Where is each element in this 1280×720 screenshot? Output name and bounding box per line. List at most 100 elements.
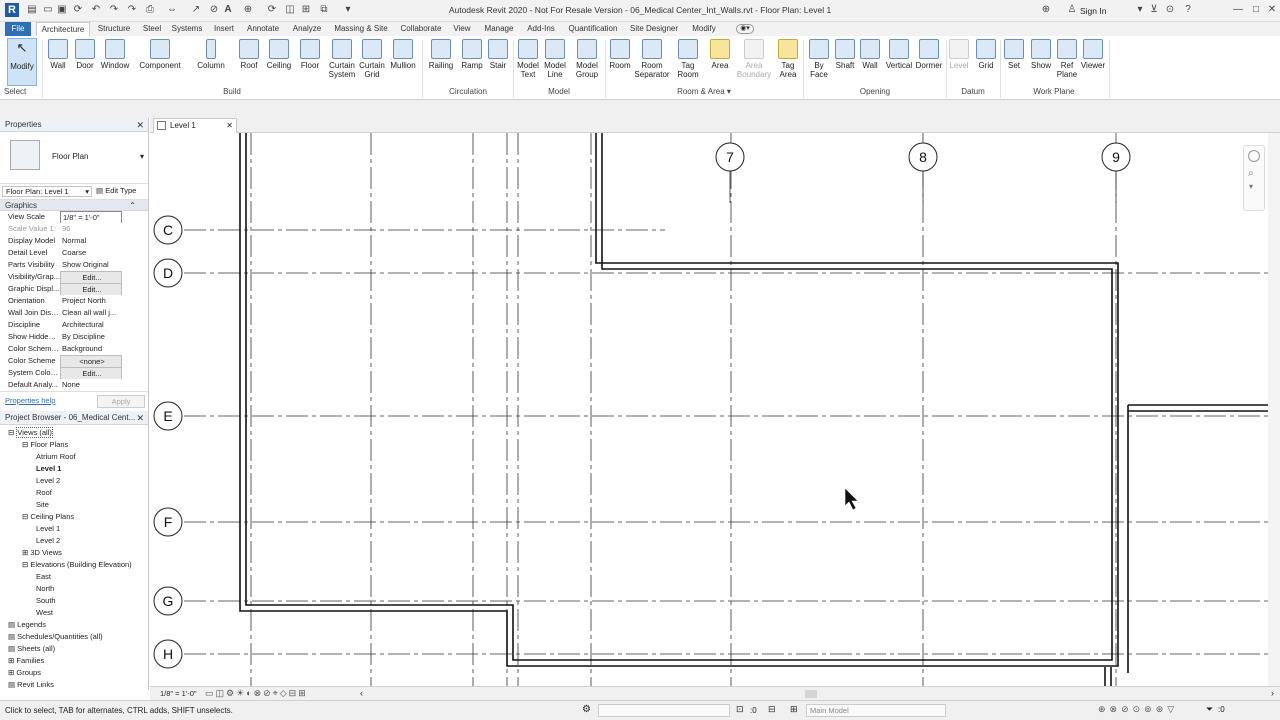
tag-area-button[interactable]: Tag Area <box>775 38 801 86</box>
browser-item[interactable]: Atrium Roof <box>0 451 148 463</box>
minimize-icon[interactable]: — <box>1232 4 1244 16</box>
show-button[interactable]: Show <box>1028 38 1054 86</box>
window-button[interactable]: Window <box>99 38 131 86</box>
tab-systems[interactable]: Systems <box>170 22 204 36</box>
dormer-button[interactable]: Dormer <box>914 38 944 86</box>
tab-view[interactable]: View <box>450 22 474 36</box>
navigation-bar[interactable]: ⌕ ▾ <box>1243 145 1265 211</box>
ceiling-button[interactable]: Ceiling <box>264 38 294 86</box>
property-row[interactable]: Show Hidden ... By Discipline <box>0 331 148 343</box>
zoom-icon[interactable]: ⌕ <box>1248 168 1254 179</box>
chevron-right-icon[interactable]: › <box>1271 688 1274 698</box>
by-face-button[interactable]: By Face <box>806 38 832 86</box>
browser-item[interactable]: ⊟ Floor Plans <box>0 439 148 451</box>
property-row[interactable]: Discipline Architectural <box>0 319 148 331</box>
close-icon[interactable]: ✕ <box>1266 4 1278 16</box>
browser-item[interactable]: West <box>0 607 148 619</box>
browser-item[interactable]: ⊟ Views (all) <box>0 427 148 439</box>
browser-item[interactable]: ⊞ Groups <box>0 667 148 679</box>
tab-architecture[interactable]: Architecture <box>36 22 90 36</box>
tab-file[interactable]: File <box>5 22 31 36</box>
property-row[interactable]: Orientation Project North <box>0 295 148 307</box>
tab-add-ins[interactable]: Add-Ins <box>522 22 560 36</box>
tag-room-button[interactable]: Tag Room <box>674 38 702 86</box>
area-button[interactable]: Area <box>706 38 734 86</box>
view-scale-control[interactable]: 1/8" = 1'-0" <box>160 689 197 698</box>
property-row[interactable]: Wall Join Disp... Clean all wall j... <box>0 307 148 319</box>
shaft-button[interactable]: Shaft <box>832 38 858 86</box>
modify-button[interactable]: ↖ Modify <box>7 38 37 86</box>
property-value[interactable]: Coarse <box>60 247 122 259</box>
property-row[interactable]: Color Scheme... Background <box>0 343 148 355</box>
account-icon[interactable]: ⊙ <box>1164 4 1176 16</box>
browser-item[interactable]: Level 2 <box>0 475 148 487</box>
horizontal-scroll-thumb[interactable] <box>805 690 817 698</box>
tab-annotate[interactable]: Annotate <box>243 22 283 36</box>
opening-wall-button[interactable]: Wall <box>858 38 882 86</box>
browser-item[interactable]: Level 2 <box>0 535 148 547</box>
filter-icon[interactable]: ⊞ <box>790 704 798 715</box>
tab-structure[interactable]: Structure <box>93 22 135 36</box>
railing-button[interactable]: Railing <box>426 38 456 86</box>
property-row[interactable]: Default Analy... None <box>0 379 148 391</box>
door-button[interactable]: Door <box>72 38 98 86</box>
property-value[interactable]: Edit... <box>60 271 122 283</box>
graphics-section-header[interactable]: Graphics ⌃ <box>0 200 148 211</box>
wall-button[interactable]: Wall <box>44 38 72 86</box>
browser-item[interactable]: ▤ Legends <box>0 619 148 631</box>
properties-help-link[interactable]: Properties help <box>5 396 55 405</box>
floor-button[interactable]: Floor <box>296 38 324 86</box>
property-row[interactable]: Visibility/Grap... Edit... <box>0 271 148 283</box>
filter-funnel-icon[interactable]: ⏷ <box>1206 704 1213 715</box>
property-value[interactable]: 1/8" = 1'-0" <box>60 211 122 223</box>
workset-icon[interactable]: ⚙ <box>582 704 591 715</box>
tab-quantification[interactable]: Quantification <box>563 22 623 36</box>
browser-item[interactable]: ⊟ Ceiling Plans <box>0 511 148 523</box>
browser-item[interactable]: North <box>0 583 148 595</box>
component-button[interactable]: Component <box>136 38 184 86</box>
view-control-icons[interactable]: ▭◫⚙☀◐⊗⊘⌖◇⊟⊞ <box>205 688 308 699</box>
column-button[interactable]: Column <box>194 38 228 86</box>
property-row[interactable]: Parts Visibility Show Original <box>0 259 148 271</box>
property-value[interactable]: Normal <box>60 235 122 247</box>
apply-button[interactable]: Apply <box>97 395 145 408</box>
workset-dropdown[interactable] <box>598 704 730 717</box>
curtain-grid-button[interactable]: Curtain Grid <box>358 38 386 86</box>
tab-modify[interactable]: Modify <box>686 22 722 36</box>
close-icon[interactable]: ✕ <box>136 411 144 425</box>
chevron-left-icon[interactable]: ‹ <box>360 688 363 698</box>
vertical-button[interactable]: Vertical <box>884 38 914 86</box>
browser-item[interactable]: Site <box>0 499 148 511</box>
ref-plane-button[interactable]: Ref Plane <box>1054 38 1080 86</box>
property-value[interactable]: Show Original <box>60 259 122 271</box>
browser-item[interactable]: ⊟ Elevations (Building Elevation) <box>0 559 148 571</box>
room-button[interactable]: Room <box>607 38 633 86</box>
browser-item[interactable]: ▤ Sheets (all) <box>0 643 148 655</box>
mullion-button[interactable]: Mullion <box>387 38 419 86</box>
property-row[interactable]: Graphic Displ... Edit... <box>0 283 148 295</box>
ramp-button[interactable]: Ramp <box>458 38 486 86</box>
vertical-scrollbar[interactable] <box>1268 133 1280 686</box>
browser-item[interactable]: Roof <box>0 487 148 499</box>
property-value[interactable]: 96 <box>60 223 122 235</box>
set-button[interactable]: Set <box>1002 38 1026 86</box>
maximize-icon[interactable]: □ <box>1250 4 1262 16</box>
browser-item[interactable]: ⊞ 3D Views <box>0 547 148 559</box>
curtain-system-button[interactable]: Curtain System <box>326 38 358 86</box>
browser-item[interactable]: ▤ Schedules/Quantities (all) <box>0 631 148 643</box>
property-row[interactable]: Detail Level Coarse <box>0 247 148 259</box>
zoom-dropdown-icon[interactable]: ▾ <box>1249 182 1253 191</box>
model-line-button[interactable]: Model Line <box>542 38 568 86</box>
design-option-dropdown[interactable]: Main Model <box>806 704 946 717</box>
select-panel-label[interactable]: Select <box>4 87 40 97</box>
property-row[interactable]: Display Model Normal <box>0 235 148 247</box>
browser-item[interactable]: South <box>0 595 148 607</box>
level-button[interactable]: Level <box>948 38 970 86</box>
editable-only-icon[interactable]: ⊡ <box>736 704 744 715</box>
help-search-icon[interactable]: ⊕ <box>1040 4 1052 16</box>
property-value[interactable]: None <box>60 379 122 391</box>
edit-type-button[interactable]: ▤ Edit Type <box>96 186 136 195</box>
property-value[interactable]: Clean all wall j... <box>60 307 122 319</box>
dropdown-icon[interactable]: ▾ <box>1134 4 1146 16</box>
property-value[interactable]: Edit... <box>60 283 122 295</box>
